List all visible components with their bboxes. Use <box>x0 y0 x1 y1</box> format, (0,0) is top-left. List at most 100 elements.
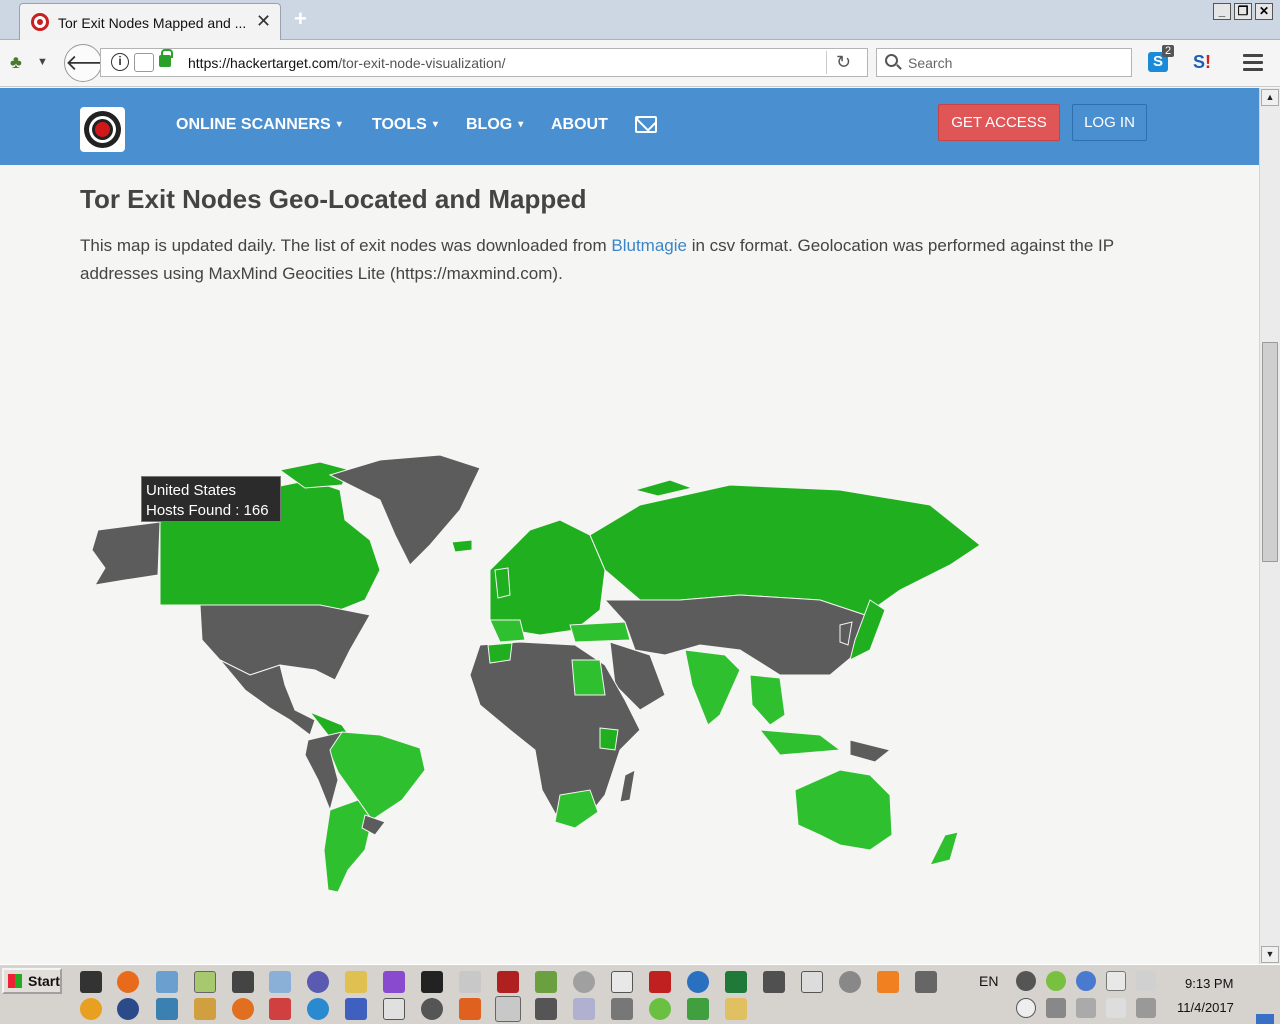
nav-tools[interactable]: TOOLS ▾ <box>372 116 438 134</box>
nav-blog[interactable]: BLOG ▾ <box>466 116 523 134</box>
country-russia-islands <box>633 479 694 497</box>
app-icon[interactable] <box>307 998 329 1020</box>
network-icon[interactable] <box>269 971 291 993</box>
headphones-icon[interactable] <box>80 998 102 1020</box>
tor-icon[interactable]: ♣ <box>10 52 22 73</box>
tooltip-country: United States <box>146 482 237 499</box>
terminal-icon[interactable] <box>80 971 102 993</box>
app-icon[interactable] <box>269 998 291 1020</box>
back-button[interactable]: 🡐 <box>64 44 124 82</box>
clock-tray-icon[interactable] <box>1016 998 1036 1018</box>
app-icon[interactable] <box>611 998 633 1020</box>
volume-icon[interactable] <box>1076 998 1096 1018</box>
url-divider <box>826 51 827 74</box>
blender-icon[interactable] <box>232 998 254 1020</box>
browser-tab[interactable]: Tor Exit Nodes Mapped and ... ✕ <box>19 3 281 40</box>
tray-icon[interactable] <box>1136 971 1156 991</box>
caret-down-icon: ▾ <box>432 119 438 130</box>
app-icon[interactable] <box>459 971 481 993</box>
app-icon[interactable] <box>421 971 443 993</box>
country-usa <box>199 604 371 681</box>
country-india <box>684 649 741 726</box>
search-icon <box>885 54 898 67</box>
new-tab-icon[interactable]: + <box>294 6 307 32</box>
get-access-button[interactable]: GET ACCESS <box>938 104 1060 141</box>
clock-time[interactable]: 9:13 PM <box>1185 976 1233 991</box>
info-icon[interactable]: i <box>111 53 129 71</box>
app-icon[interactable] <box>535 971 557 993</box>
country-uk <box>494 567 511 599</box>
filezilla-icon[interactable] <box>649 971 671 993</box>
page-permissions-icon[interactable] <box>134 53 154 72</box>
lock-icon[interactable] <box>159 49 173 67</box>
app-icon[interactable] <box>156 971 178 993</box>
tray-icon[interactable] <box>1046 998 1066 1018</box>
active-app-icon[interactable] <box>495 996 521 1022</box>
tab-close-icon[interactable]: ✕ <box>256 11 271 32</box>
menu-icon[interactable] <box>1243 54 1263 75</box>
extension-s-red-icon[interactable]: S! <box>1193 52 1211 73</box>
app-icon[interactable] <box>573 971 595 993</box>
fb-icon[interactable] <box>232 971 254 993</box>
app-icon[interactable] <box>345 998 367 1020</box>
scroll-thumb[interactable] <box>1262 342 1278 562</box>
network-tray-icon[interactable] <box>1136 998 1156 1018</box>
app-icon[interactable] <box>117 998 139 1020</box>
scroll-down-arrow-icon[interactable]: ▼ <box>1261 946 1279 963</box>
calendar-icon[interactable] <box>801 971 823 993</box>
visual-studio-icon[interactable] <box>383 971 405 993</box>
country-papua <box>849 739 892 763</box>
firefox-icon[interactable] <box>117 971 139 993</box>
save-icon[interactable] <box>497 971 519 993</box>
country-turkey <box>569 621 631 643</box>
app-icon[interactable] <box>611 971 633 993</box>
app-icon[interactable] <box>421 998 443 1020</box>
app-icon[interactable] <box>649 998 671 1020</box>
chevron-down-icon[interactable]: ▼ <box>37 56 48 68</box>
country-argentina <box>323 799 373 893</box>
scroll-up-arrow-icon[interactable]: ▲ <box>1261 89 1279 106</box>
app-icon[interactable] <box>573 998 595 1020</box>
app-icon[interactable] <box>915 971 937 993</box>
app-icon[interactable] <box>194 998 216 1020</box>
tray-icon[interactable] <box>1076 971 1096 991</box>
page-description: This map is updated daily. The list of e… <box>80 236 1114 283</box>
language-indicator[interactable]: EN <box>979 973 998 989</box>
url-path: /tor-exit-node-visualization/ <box>338 55 506 71</box>
mail-icon[interactable] <box>635 116 657 133</box>
folder-icon[interactable] <box>725 998 747 1020</box>
app-icon[interactable] <box>307 971 329 993</box>
app-icon[interactable] <box>459 998 481 1020</box>
caret-down-icon: ▾ <box>518 119 524 130</box>
app-icon[interactable] <box>535 998 557 1020</box>
tray-icon[interactable] <box>1106 971 1126 991</box>
app-icon[interactable] <box>687 998 709 1020</box>
blutmagie-link[interactable]: Blutmagie <box>611 236 687 255</box>
tray-icon[interactable] <box>1046 971 1066 991</box>
vlc-icon[interactable] <box>877 971 899 993</box>
flag-icon[interactable] <box>1106 998 1126 1018</box>
tray-icon[interactable] <box>1016 971 1036 991</box>
app-icon[interactable] <box>839 971 861 993</box>
app-icon[interactable] <box>194 971 216 993</box>
app-icon[interactable] <box>383 998 405 1020</box>
start-button[interactable]: Start <box>2 968 62 994</box>
app-icon[interactable] <box>156 998 178 1020</box>
app-icon[interactable] <box>763 971 785 993</box>
restore-button[interactable]: ❐ <box>1234 3 1252 20</box>
log-in-button[interactable]: LOG IN <box>1072 104 1147 141</box>
app-icon[interactable] <box>687 971 709 993</box>
clock-date[interactable]: 11/4/2017 <box>1177 1000 1234 1015</box>
app-icon[interactable] <box>345 971 367 993</box>
show-desktop-button[interactable] <box>1256 1014 1274 1024</box>
reload-icon[interactable]: ↻ <box>836 52 851 73</box>
url-text[interactable]: https://hackertarget.com/tor-exit-node-v… <box>188 55 505 71</box>
minimize-button[interactable]: _ <box>1213 3 1231 20</box>
caret-down-icon: ▾ <box>336 119 342 130</box>
nav-online-scanners[interactable]: ONLINE SCANNERS ▾ <box>176 116 342 134</box>
excel-icon[interactable] <box>725 971 747 993</box>
site-logo[interactable] <box>80 107 125 152</box>
country-australia <box>794 769 893 851</box>
nav-about[interactable]: ABOUT <box>551 116 608 134</box>
close-window-button[interactable]: ✕ <box>1255 3 1273 20</box>
